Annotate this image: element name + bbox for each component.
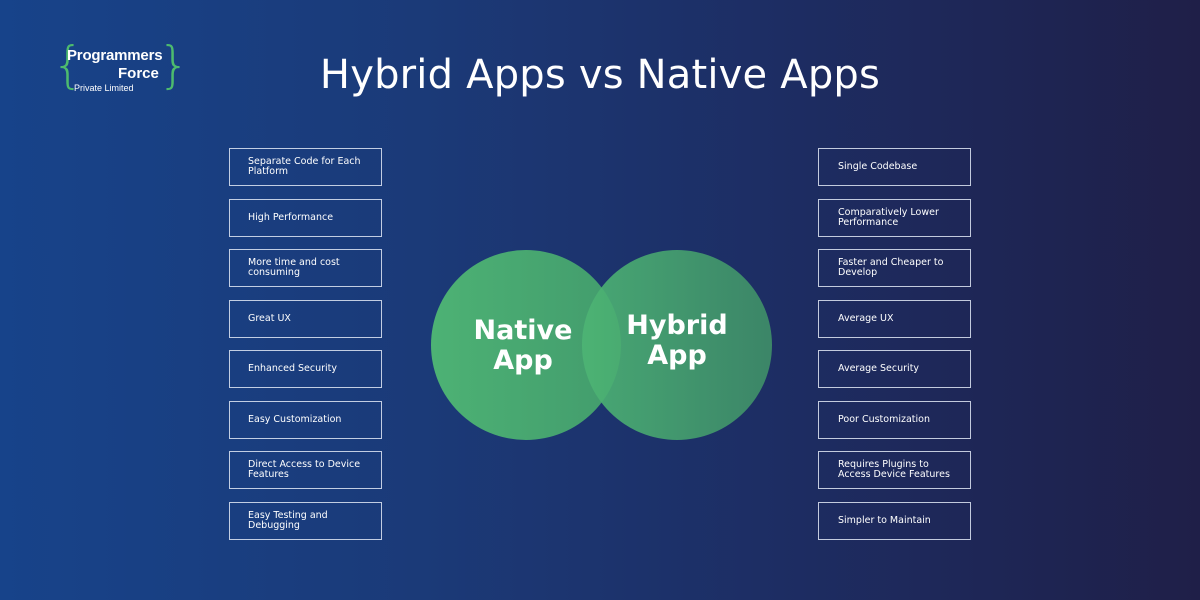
venn-diagram: Native App Hybrid App — [430, 250, 775, 440]
hybrid-feature-item: Average UX — [818, 299, 971, 338]
native-feature-item: High Performance — [229, 198, 382, 237]
native-feature-item: Separate Code for Each Platform — [229, 148, 382, 186]
hybrid-feature-item: Average Security — [818, 350, 971, 388]
native-feature-item: Easy Customization — [229, 400, 382, 439]
page-title: Hybrid Apps vs Native Apps — [319, 52, 881, 98]
native-feature-item: More time and cost consuming — [229, 249, 382, 287]
hybrid-app-label: Hybrid App — [626, 310, 728, 371]
hybrid-feature-item: Faster and Cheaper to Develop — [818, 249, 971, 287]
native-features-list: Separate Code for Each Platform High Per… — [229, 148, 382, 552]
hybrid-feature-item: Poor Customization — [818, 400, 971, 439]
hybrid-feature-item: Comparatively Lower Performance — [818, 198, 971, 237]
native-feature-item: Enhanced Security — [229, 350, 382, 388]
native-feature-item: Easy Testing and Debugging — [229, 501, 382, 540]
native-feature-item: Direct Access to Device Features — [229, 451, 382, 489]
hybrid-feature-item: Simpler to Maintain — [818, 501, 971, 540]
native-app-label: Native App — [473, 315, 573, 376]
hybrid-feature-item: Single Codebase — [818, 148, 971, 186]
hybrid-feature-item: Requires Plugins to Access Device Featur… — [818, 451, 971, 489]
hybrid-features-list: Single Codebase Comparatively Lower Perf… — [818, 148, 971, 552]
native-feature-item: Great UX — [229, 299, 382, 338]
